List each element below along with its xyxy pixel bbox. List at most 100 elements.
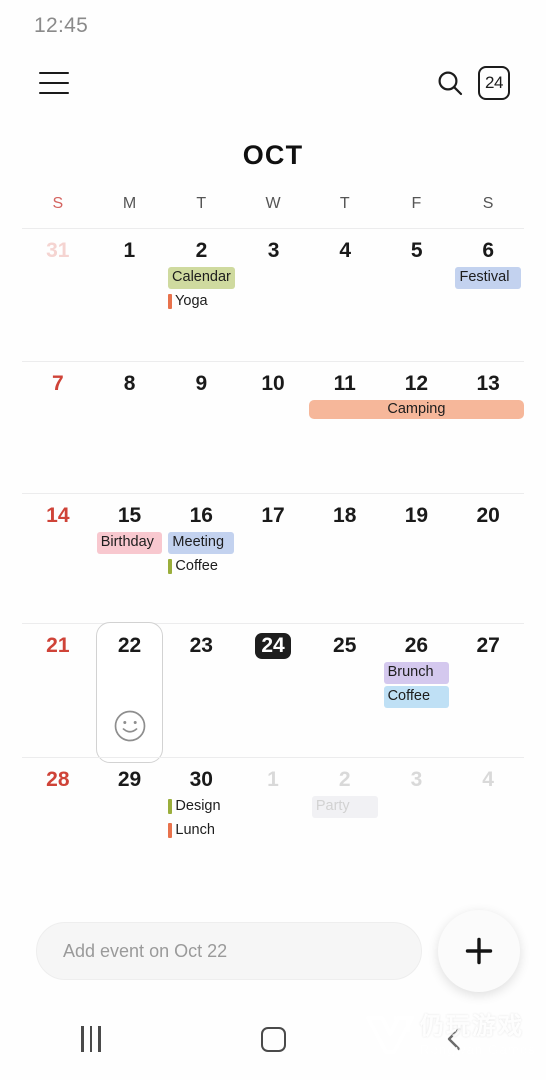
day-number: 3 bbox=[267, 239, 280, 262]
event-chip[interactable]: Lunch bbox=[168, 820, 234, 842]
day-number: 17 bbox=[261, 504, 285, 527]
back-chevron-icon bbox=[447, 1027, 461, 1051]
hamburger-menu-icon bbox=[39, 72, 69, 94]
day-cell-25[interactable]: 25 bbox=[309, 624, 381, 757]
weekday-label-thu: T bbox=[339, 195, 350, 212]
event-label: Yoga bbox=[175, 293, 208, 309]
app-bar: 24 bbox=[0, 52, 546, 114]
day-number: 10 bbox=[261, 372, 285, 395]
day-number: 18 bbox=[333, 504, 357, 527]
today-view-button[interactable]: 24 bbox=[472, 61, 516, 105]
day-number: 4 bbox=[482, 768, 494, 791]
day-number: 2 bbox=[195, 239, 208, 262]
day-cell-14[interactable]: 14 bbox=[22, 494, 94, 623]
day-number: 8 bbox=[123, 372, 136, 395]
calendar-week-row: 14 15 Birthday 16 Meeting Coffee 17 18 19 20 bbox=[22, 493, 524, 623]
day-number: 5 bbox=[410, 239, 423, 262]
day-cell-18[interactable]: 18 bbox=[309, 494, 381, 623]
day-cell-2[interactable]: 2 Party bbox=[309, 758, 381, 877]
day-cell-31[interactable]: 31 bbox=[22, 229, 94, 361]
event-chip[interactable]: Yoga bbox=[168, 291, 235, 313]
event-chip[interactable]: Festival bbox=[455, 267, 521, 289]
day-number: 29 bbox=[117, 768, 142, 791]
day-number: 11 bbox=[333, 372, 356, 395]
day-cell-12[interactable]: 12 bbox=[381, 362, 453, 493]
day-cell-23[interactable]: 23 bbox=[165, 624, 237, 757]
day-cell-4[interactable]: 4 bbox=[452, 758, 524, 877]
day-cell-4[interactable]: 4 bbox=[309, 229, 381, 361]
day-cell-1[interactable]: 1 bbox=[94, 229, 166, 361]
day-cell-3[interactable]: 3 bbox=[238, 229, 310, 361]
day-number: 31 bbox=[46, 239, 70, 262]
day-cell-22[interactable]: 22 bbox=[94, 622, 166, 763]
event-chip[interactable]: Brunch bbox=[383, 662, 450, 684]
day-cell-11[interactable]: 11 bbox=[309, 362, 381, 493]
event-chip[interactable]: Coffee bbox=[383, 686, 450, 708]
event-color-stripe bbox=[168, 823, 173, 838]
search-button[interactable] bbox=[428, 61, 472, 105]
hamburger-menu-button[interactable] bbox=[32, 61, 76, 105]
day-cell-13[interactable]: 13 bbox=[452, 362, 524, 493]
day-cell-26[interactable]: 26 Brunch Coffee bbox=[381, 624, 453, 757]
day-cell-1[interactable]: 1 bbox=[237, 758, 309, 877]
add-event-input[interactable]: Add event on Oct 22 bbox=[36, 922, 422, 980]
day-number: 4 bbox=[339, 239, 352, 262]
day-events: Brunch Coffee bbox=[381, 662, 453, 708]
day-cell-7[interactable]: 7 bbox=[22, 362, 94, 493]
smiley-face-icon[interactable] bbox=[113, 709, 147, 748]
calendar-grid: 31 1 2 Calendar Yoga 3 4 5 6 Festival 7 8 9 10 11 12 13 C… bbox=[0, 228, 546, 877]
event-color-stripe bbox=[168, 294, 173, 309]
event-color-stripe bbox=[168, 559, 173, 574]
event-chip[interactable]: Calendar bbox=[168, 267, 235, 289]
day-cell-8[interactable]: 8 bbox=[94, 362, 166, 493]
day-number: 1 bbox=[267, 768, 279, 791]
event-chip[interactable]: Design bbox=[168, 796, 234, 818]
day-cell-9[interactable]: 9 bbox=[165, 362, 237, 493]
day-cell-30[interactable]: 30 Design Lunch bbox=[165, 758, 237, 877]
add-event-fab[interactable] bbox=[438, 910, 520, 992]
day-cell-28[interactable]: 28 bbox=[22, 758, 94, 877]
day-cell-17[interactable]: 17 bbox=[237, 494, 309, 623]
day-number: 22 bbox=[117, 634, 142, 657]
day-number: 15 bbox=[117, 504, 142, 527]
day-cell-19[interactable]: 19 bbox=[381, 494, 453, 623]
day-cell-29[interactable]: 29 bbox=[94, 758, 166, 877]
recents-button[interactable] bbox=[56, 1014, 126, 1064]
day-cell-15[interactable]: 15 Birthday bbox=[94, 494, 166, 623]
day-number: 6 bbox=[482, 239, 495, 262]
event-chip[interactable]: Party bbox=[311, 796, 378, 818]
add-event-placeholder: Add event on Oct 22 bbox=[63, 940, 228, 961]
multi-day-event-bar[interactable]: Camping bbox=[308, 400, 524, 419]
day-number: 26 bbox=[404, 634, 429, 657]
home-icon bbox=[260, 1026, 286, 1052]
day-cell-3[interactable]: 3 bbox=[381, 758, 453, 877]
day-cell-24[interactable]: 24 bbox=[237, 624, 309, 757]
calendar-week-row: 31 1 2 Calendar Yoga 3 4 5 6 Festival bbox=[22, 228, 524, 361]
day-cell-27[interactable]: 27 bbox=[452, 624, 524, 757]
event-chip[interactable]: Birthday bbox=[96, 532, 163, 554]
back-button[interactable] bbox=[420, 1014, 490, 1064]
day-cell-16[interactable]: 16 Meeting Coffee bbox=[165, 494, 237, 623]
day-cell-21[interactable]: 21 bbox=[22, 624, 94, 757]
day-cell-5[interactable]: 5 bbox=[381, 229, 453, 361]
event-label: Lunch bbox=[175, 822, 215, 838]
event-chip[interactable]: Meeting bbox=[168, 532, 235, 554]
recents-icon bbox=[81, 1026, 101, 1052]
day-cell-20[interactable]: 20 bbox=[452, 494, 524, 623]
weekday-label-sat: S bbox=[482, 195, 494, 212]
event-chip[interactable]: Coffee bbox=[168, 556, 234, 578]
event-label: Coffee bbox=[175, 558, 218, 574]
calendar-app-screen: 12:45 24 OCT S M T W T F S 31 1 2 Calendar Y… bbox=[0, 0, 546, 1080]
event-label: Design bbox=[175, 798, 221, 814]
weekday-label-fri: F bbox=[411, 195, 422, 212]
day-number: 24 bbox=[237, 633, 309, 659]
day-cell-6[interactable]: 6 Festival bbox=[452, 229, 524, 361]
day-cell-10[interactable]: 10 bbox=[237, 362, 309, 493]
day-number: 25 bbox=[333, 634, 357, 657]
day-events: Festival bbox=[452, 267, 524, 289]
home-button[interactable] bbox=[238, 1014, 308, 1064]
month-title[interactable]: OCT bbox=[0, 114, 546, 195]
day-number: 2 bbox=[338, 768, 351, 791]
day-cell-2[interactable]: 2 Calendar Yoga bbox=[165, 229, 238, 361]
day-number: 21 bbox=[46, 634, 70, 657]
